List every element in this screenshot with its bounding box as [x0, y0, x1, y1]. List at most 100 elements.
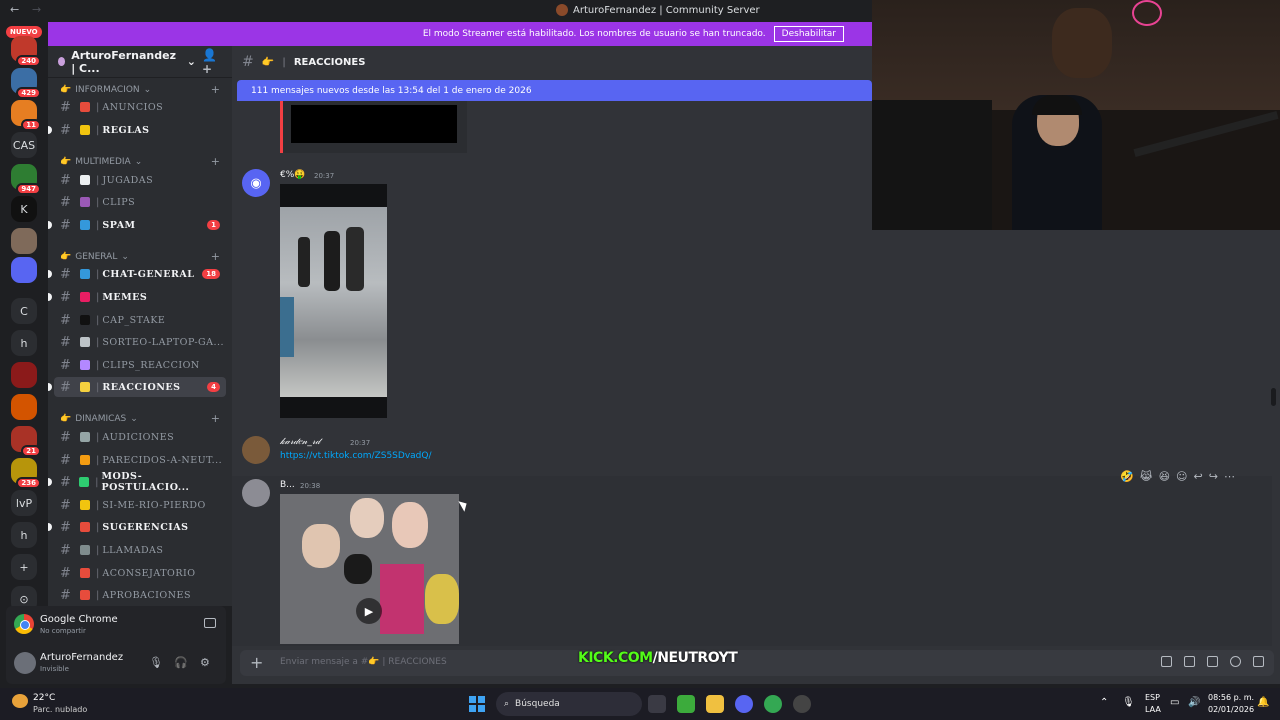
disable-streamer-button[interactable]: Deshabilitar [773, 26, 844, 42]
reaction-action-icon[interactable]: ↩ [1194, 470, 1203, 483]
back-arrow-icon[interactable]: ← [10, 3, 19, 16]
network-icon[interactable]: ▭ [1170, 697, 1179, 708]
server-icon[interactable]: h [11, 330, 37, 356]
channel-item[interactable]: # | PARECIDOS-A-NEUT... [54, 450, 226, 470]
task-view-icon[interactable] [648, 695, 666, 713]
microphone-icon[interactable]: 🎙 [1122, 697, 1135, 708]
message-author[interactable]: €%🤑 [280, 170, 305, 180]
avatar[interactable] [14, 652, 36, 674]
clock-date[interactable]: 02/01/2026 [1208, 705, 1254, 714]
screen-share-icon[interactable] [204, 618, 216, 628]
server-icon[interactable] [11, 257, 37, 283]
channel-item[interactable]: # | SPAM 1 [48, 215, 226, 235]
obs-icon[interactable] [793, 695, 811, 713]
gif-icon[interactable] [1184, 656, 1195, 667]
category-header[interactable]: 👉 INFORMACION ⌄ + [60, 83, 220, 96]
server-icon[interactable]: K [11, 196, 37, 222]
channel-item[interactable]: # | SORTEO-LAPTOP-GA... [54, 332, 226, 352]
add-channel-icon[interactable]: + [211, 412, 220, 425]
server-icon[interactable] [11, 362, 37, 388]
category-header[interactable]: 👉 GENERAL ⌄ + [60, 250, 220, 263]
reaction-action-icon[interactable]: 😹 [1140, 470, 1153, 483]
invite-icon[interactable]: 👤+ [202, 48, 222, 76]
attach-plus-icon[interactable]: + [250, 653, 263, 672]
channel-item[interactable]: # | CLIPS [54, 192, 226, 212]
add-channel-icon[interactable]: + [211, 83, 220, 96]
mention-badge: 947 [16, 183, 41, 195]
server-icon[interactable] [11, 228, 37, 254]
server-icon[interactable]: + [11, 554, 37, 580]
category-header[interactable]: 👉 MULTIMEDIA ⌄ + [60, 155, 220, 168]
server-icon[interactable]: C [11, 298, 37, 324]
weather-icon[interactable] [12, 694, 28, 708]
keyboard-layout[interactable]: LAA [1145, 705, 1161, 714]
minecraft-icon[interactable] [677, 695, 695, 713]
windows-start-icon[interactable] [469, 696, 485, 712]
channel-item[interactable]: # | CAP_STAKE [54, 310, 226, 330]
channel-item[interactable]: # | MODS-POSTULACIO... [48, 471, 226, 493]
video-attachment[interactable] [280, 184, 387, 418]
channel-item[interactable]: # | AUDICIONES [54, 427, 226, 447]
message-composer[interactable]: + Enviar mensaje a #👉 | REACCIONES [240, 650, 1274, 676]
server-icon[interactable]: 240 [11, 36, 41, 67]
server-icon[interactable]: 21 [11, 426, 41, 457]
server-icon[interactable]: 947 [11, 164, 41, 195]
channel-item[interactable]: # | REACCIONES 4 [48, 377, 226, 397]
reaction-action-icon[interactable]: ↪ [1209, 470, 1218, 483]
video-attachment[interactable]: ▶ [280, 494, 459, 644]
headphones-icon[interactable]: 🎧 [174, 656, 188, 669]
message-author[interactable]: 𝓀𝒶𝓇𝒹𝑒𝓃_𝓇𝒹 [280, 437, 320, 447]
reaction-action-icon[interactable]: ☺ [1176, 470, 1187, 483]
language-code[interactable]: ESP [1145, 693, 1160, 702]
add-channel-icon[interactable]: + [211, 155, 220, 168]
embed-image[interactable] [291, 105, 457, 143]
discord-logo-icon[interactable]: ◉ [242, 169, 270, 197]
notification-bell-icon[interactable]: 🔔 [1257, 697, 1269, 708]
sticker-icon[interactable] [1207, 656, 1218, 667]
avatar[interactable] [242, 436, 270, 464]
play-icon[interactable]: ▶ [356, 598, 382, 624]
channel-item[interactable]: # | SI-ME-RIO-PIERDO [54, 495, 226, 515]
channel-item[interactable]: # | CHAT-GENERAL 18 [48, 264, 226, 284]
channel-item[interactable]: # | APROBACIONES [54, 585, 226, 605]
avatar[interactable] [242, 479, 270, 507]
volume-icon[interactable]: 🔊 [1188, 697, 1200, 708]
server-icon[interactable]: 429 [11, 68, 41, 99]
reaction-action-icon[interactable]: 😆 [1159, 470, 1170, 483]
server-icon[interactable] [11, 394, 37, 420]
channel-item[interactable]: # | MEMES [48, 287, 226, 307]
taskbar-search[interactable]: ⌕ Búsqueda [496, 692, 642, 716]
gift-icon[interactable] [1161, 656, 1172, 667]
channel-item[interactable]: # | LLAMADAS [54, 540, 226, 560]
tiktok-link[interactable]: https://vt.tiktok.com/ZS5SDvadQ/ [280, 451, 432, 461]
channel-item[interactable]: # | CLIPS_REACCION [54, 355, 226, 375]
message-author[interactable]: B... [280, 480, 295, 490]
server-icon[interactable]: lvP [11, 490, 37, 516]
channel-item[interactable]: # | JUGADAS [54, 170, 226, 190]
emoji-icon[interactable] [1230, 656, 1241, 667]
channel-item[interactable]: # | ACONSEJATORIO [54, 563, 226, 583]
server-icon[interactable]: 11 [11, 100, 41, 131]
add-channel-icon[interactable]: + [211, 250, 220, 263]
channel-item[interactable]: # | SUGERENCIAS [48, 517, 226, 537]
category-header[interactable]: 👉 DINAMICAS ⌄ + [60, 412, 220, 425]
microphone-icon[interactable]: 🎙 [149, 656, 163, 669]
clock-time[interactable]: 08:56 p. m. [1208, 693, 1254, 702]
forward-arrow-icon[interactable]: → [32, 3, 41, 16]
server-icon[interactable]: h [11, 522, 37, 548]
settings-gear-icon[interactable]: ⚙ [200, 656, 210, 669]
server-header[interactable]: ArturoFernandez | C... ⌄ 👤+ [48, 46, 232, 78]
file-explorer-icon[interactable] [706, 695, 724, 713]
server-icon[interactable]: 236 [11, 458, 41, 489]
chrome-icon[interactable] [764, 695, 782, 713]
reaction-action-icon[interactable]: ⋯ [1224, 470, 1235, 483]
new-messages-bar[interactable]: 111 mensajes nuevos desde las 13:54 del … [237, 80, 872, 101]
tray-chevron-icon[interactable]: ⌃ [1100, 697, 1108, 708]
channel-item[interactable]: # | REGLAS [48, 120, 226, 140]
reaction-action-icon[interactable]: 🤣 [1120, 470, 1134, 483]
server-icon[interactable]: CAS [11, 132, 37, 158]
apps-icon[interactable] [1253, 656, 1264, 667]
scrollbar-thumb[interactable] [1271, 388, 1276, 406]
channel-item[interactable]: # | ANUNCIOS [54, 97, 226, 117]
discord-icon[interactable] [735, 695, 753, 713]
